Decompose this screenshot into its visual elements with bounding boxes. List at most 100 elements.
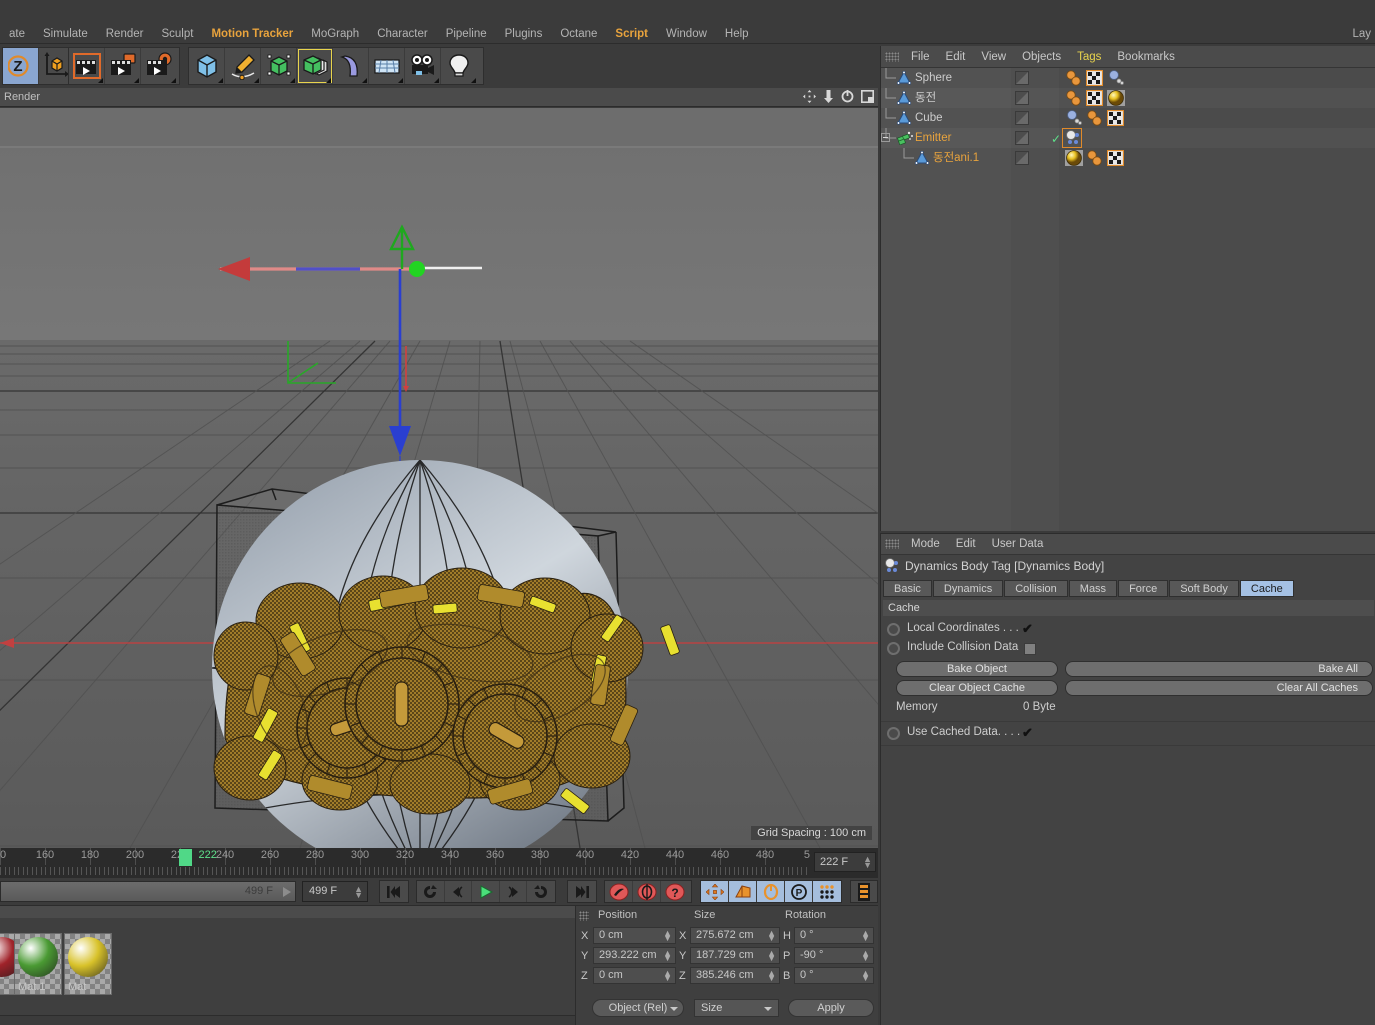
om-menu-edit[interactable]: Edit: [938, 47, 974, 67]
dynamics-body-icon[interactable]: [1107, 70, 1124, 86]
om-menu-tags[interactable]: Tags: [1069, 47, 1109, 67]
include-collision-data-radio[interactable]: [887, 642, 900, 655]
render-settings-icon[interactable]: [141, 48, 177, 84]
bake-object-button[interactable]: Bake Object: [896, 661, 1058, 677]
play-button[interactable]: [472, 881, 500, 902]
cube-primitive-icon[interactable]: [189, 48, 225, 84]
material-gold-icon[interactable]: [1065, 150, 1083, 166]
om-menu-bookmarks[interactable]: Bookmarks: [1109, 47, 1183, 67]
deformer-bend-icon[interactable]: [333, 48, 369, 84]
material-orange-icon[interactable]: [1086, 150, 1102, 166]
local-coordinates-radio[interactable]: [887, 623, 900, 636]
rotate-view-icon[interactable]: [841, 90, 854, 106]
panel-grip-icon[interactable]: [885, 539, 899, 549]
pla-key-button[interactable]: [813, 881, 841, 902]
stepper-icon[interactable]: ▲ ▼: [663, 969, 672, 983]
menu-item-octane[interactable]: Octane: [551, 24, 606, 44]
size-y-field[interactable]: 187.729 cm ▲ ▼: [690, 947, 780, 964]
autokey-button[interactable]: [633, 881, 661, 902]
position-key-button[interactable]: [701, 881, 729, 902]
menu-item-plugins[interactable]: Plugins: [496, 24, 552, 44]
tab-basic[interactable]: Basic: [883, 580, 932, 597]
timeline-ruler-bar[interactable]: 4016018020022024026028030032034036038040…: [0, 848, 878, 878]
array-cloner-icon[interactable]: [297, 48, 333, 84]
uvw-checker-icon[interactable]: [1085, 89, 1104, 107]
next-key-button[interactable]: [527, 881, 555, 902]
menu-item-pipeline[interactable]: Pipeline: [437, 24, 496, 44]
end-frame-field[interactable]: 499 F ▲ ▼: [302, 881, 368, 902]
stepper-icon[interactable]: ▲ ▼: [861, 929, 870, 943]
menu-item-motion-tracker[interactable]: Motion Tracker: [202, 24, 302, 44]
include-collision-data-checkbox[interactable]: [1024, 643, 1036, 655]
zbrush-z-icon[interactable]: Z: [3, 48, 39, 84]
light-bulb-icon[interactable]: [441, 48, 477, 84]
tab-cache[interactable]: Cache: [1239, 580, 1294, 597]
object-name[interactable]: 동전ani.1: [933, 148, 979, 168]
use-cached-data-radio[interactable]: [887, 727, 900, 740]
uvw-checker-icon[interactable]: [1106, 149, 1125, 167]
enabled-check-icon[interactable]: ✓: [1051, 132, 1061, 146]
local-coordinates-checkmark-icon[interactable]: ✔: [1022, 621, 1033, 637]
go-to-end-button[interactable]: [568, 881, 596, 902]
move-view-icon[interactable]: [803, 90, 816, 106]
clear-object-cache-button[interactable]: Clear Object Cache: [896, 680, 1058, 696]
keyframe-selection-button[interactable]: ?: [661, 881, 689, 902]
uvw-checker-icon[interactable]: [1106, 109, 1125, 127]
maximize-view-icon[interactable]: [861, 90, 874, 106]
rotation-b-field[interactable]: 0 ° ▲ ▼: [794, 967, 874, 984]
range-end-arrow-icon[interactable]: [283, 887, 291, 897]
menu-item-render[interactable]: Render: [97, 24, 153, 44]
render-view-icon[interactable]: [69, 48, 105, 84]
am-menu-edit[interactable]: Edit: [948, 534, 984, 554]
size-x-field[interactable]: 275.672 cm ▲ ▼: [690, 927, 780, 944]
visibility-toggle[interactable]: [1015, 111, 1029, 125]
nurbs-generator-icon[interactable]: [261, 48, 297, 84]
am-menu-user-data[interactable]: User Data: [984, 534, 1052, 554]
record-key-button[interactable]: [605, 881, 633, 902]
menu-item-sculpt[interactable]: Sculpt: [152, 24, 202, 44]
om-menu-view[interactable]: View: [973, 47, 1014, 67]
rotation-h-field[interactable]: 0 ° ▲ ▼: [794, 927, 874, 944]
camera-icon[interactable]: [405, 48, 441, 84]
uvw-checker-icon[interactable]: [1085, 69, 1104, 87]
menu-item-simulate[interactable]: Simulate: [34, 24, 97, 44]
menu-item-mograph[interactable]: MoGraph: [302, 24, 368, 44]
material-orange-icon[interactable]: [1086, 110, 1102, 126]
step-forward-button[interactable]: [500, 881, 528, 902]
object-row[interactable]: 동전: [881, 88, 1375, 108]
panel-grip-icon[interactable]: [885, 51, 899, 62]
stepper-icon[interactable]: ▲ ▼: [767, 969, 776, 983]
am-menu-mode[interactable]: Mode: [903, 534, 948, 554]
current-frame-field[interactable]: 222 F ▲ ▼: [814, 852, 876, 872]
timeline-ruler[interactable]: 4016018020022024026028030032034036038040…: [0, 848, 810, 878]
dynamics-body-tag-icon[interactable]: [1065, 130, 1081, 146]
object-row[interactable]: Cube: [881, 108, 1375, 128]
dynamics-body-icon[interactable]: [1065, 110, 1082, 126]
visibility-toggle[interactable]: [1015, 151, 1029, 165]
tab-dynamics[interactable]: Dynamics: [932, 580, 1004, 597]
go-to-start-button[interactable]: [380, 881, 408, 902]
size-mode-dropdown[interactable]: Size: [694, 999, 779, 1017]
apply-button[interactable]: Apply: [788, 999, 874, 1017]
material-gold-icon[interactable]: [1107, 90, 1125, 106]
rotation-key-button[interactable]: [757, 881, 785, 902]
object-name[interactable]: Emitter: [915, 128, 951, 148]
timeline-range-slider[interactable]: 499 F: [0, 881, 296, 902]
scale-view-icon[interactable]: [823, 90, 834, 106]
stepper-icon[interactable]: ▲ ▼: [861, 969, 870, 983]
visibility-toggle[interactable]: [1015, 71, 1029, 85]
object-name[interactable]: 동전: [915, 88, 936, 108]
menu-item-ate[interactable]: ate: [0, 24, 34, 44]
clear-all-caches-button[interactable]: Clear All Caches: [1065, 680, 1373, 696]
object-row[interactable]: Sphere: [881, 68, 1375, 88]
material-orange-icon[interactable]: [1065, 90, 1081, 106]
timeline-filmstrip-button[interactable]: [851, 881, 877, 902]
menu-item-character[interactable]: Character: [368, 24, 437, 44]
size-z-field[interactable]: 385.246 cm ▲ ▼: [690, 967, 780, 984]
stepper-icon[interactable]: ▲ ▼: [663, 929, 672, 943]
param-key-button[interactable]: P: [785, 881, 813, 902]
material-swatch[interactable]: Mat: [64, 933, 112, 995]
timeline-playhead[interactable]: [178, 849, 192, 866]
rotation-p-field[interactable]: -90 ° ▲ ▼: [794, 947, 874, 964]
render-region-icon[interactable]: [105, 48, 141, 84]
